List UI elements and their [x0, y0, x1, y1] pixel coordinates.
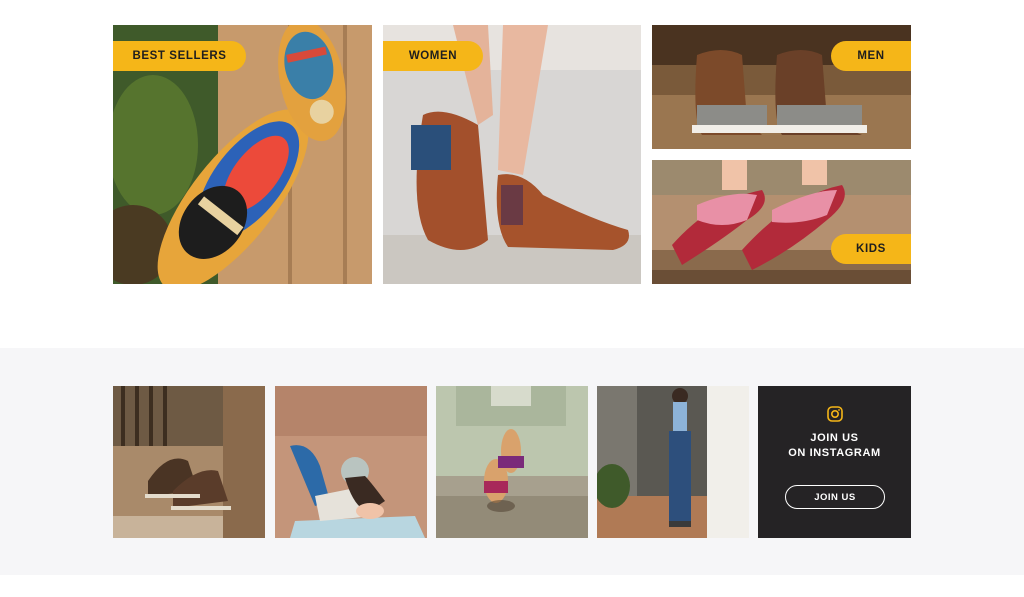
instagram-post-4[interactable]: [597, 386, 749, 538]
join-instagram-title: JOIN US ON INSTAGRAM: [788, 432, 881, 459]
best-sellers-label[interactable]: BEST SELLERS: [113, 41, 246, 71]
category-tile-men[interactable]: MEN: [652, 25, 911, 149]
kids-label[interactable]: KIDS: [831, 234, 911, 264]
women-label[interactable]: WOMEN: [383, 41, 483, 71]
join-instagram-card: JOIN US ON INSTAGRAM JOIN US: [758, 386, 911, 538]
instagram-post-3[interactable]: [436, 386, 588, 538]
category-tile-kids[interactable]: KIDS: [652, 160, 911, 284]
instagram-photo-1: [113, 386, 265, 538]
category-tile-women[interactable]: WOMEN: [383, 25, 641, 284]
instagram-photo-3: [436, 386, 588, 538]
kids-photo: [652, 160, 911, 284]
instagram-post-2[interactable]: [275, 386, 427, 538]
instagram-icon: [827, 406, 843, 422]
men-label[interactable]: MEN: [831, 41, 911, 71]
instagram-photo-4: [597, 386, 749, 538]
instagram-post-1[interactable]: [113, 386, 265, 538]
category-tile-best-sellers[interactable]: BEST SELLERS: [113, 25, 372, 284]
instagram-photo-2: [275, 386, 427, 538]
join-us-button[interactable]: JOIN US: [785, 485, 885, 509]
